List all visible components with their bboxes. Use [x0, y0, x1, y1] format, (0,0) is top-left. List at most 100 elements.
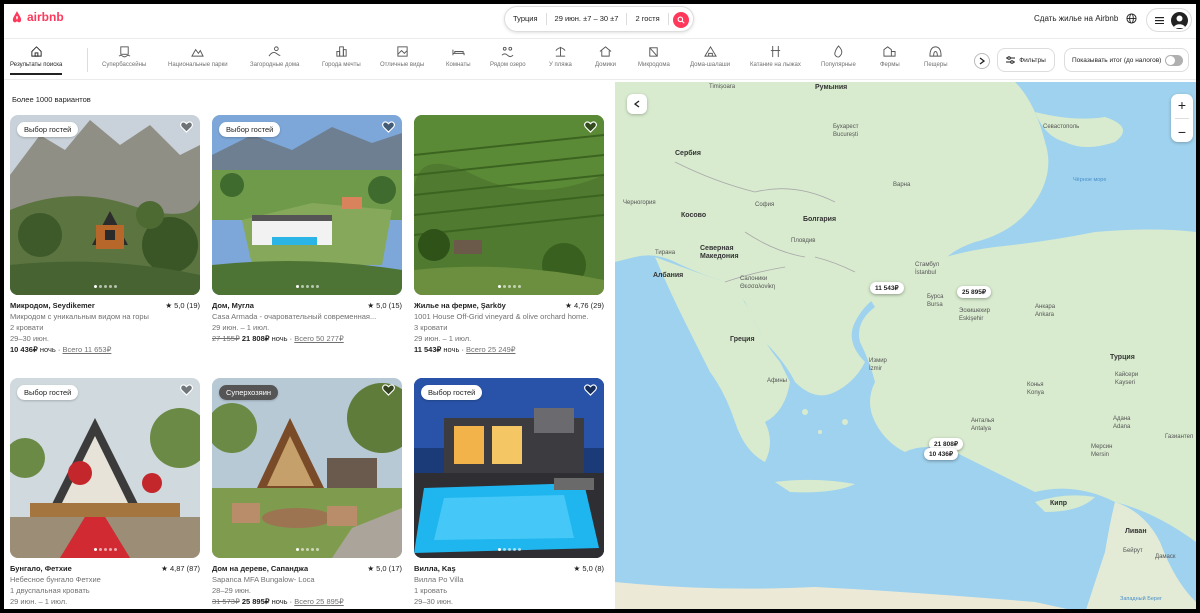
listing-total[interactable]: Всего 25 895₽ — [294, 597, 343, 606]
listing-card[interactable]: Выбор гостей Вилла, Kaş ★ 5,0 (8) Вилла P… — [414, 378, 604, 607]
category-parks[interactable]: Национальные парки — [168, 45, 228, 68]
heart-icon[interactable] — [180, 384, 193, 396]
category-rooms[interactable]: Комнаты — [446, 45, 471, 68]
map-panel[interactable]: + − Румыния Сербия Болгария Косово Север… — [615, 82, 1196, 613]
park-icon — [191, 48, 205, 57]
listing-card[interactable]: Жилье на ферме, Şarköy ★ 4,76 (29) 1001 H… — [414, 115, 604, 355]
category-countryside[interactable]: Загородные дома — [250, 45, 299, 68]
search-location[interactable]: Турция — [505, 13, 547, 25]
guest-favorite-badge: Выбор гостей — [421, 385, 483, 400]
zoom-in-button[interactable]: + — [1178, 97, 1186, 113]
listing-rating: ★ 4,76 (29) — [565, 301, 604, 310]
search-bar[interactable]: Турция 29 июн. ±7 – 30 ±7 2 гостя — [504, 6, 694, 32]
category-next-button[interactable] — [974, 53, 990, 69]
tiny-home-icon — [649, 47, 659, 57]
category-dream-cities[interactable]: Города мечты — [322, 45, 361, 68]
listing-card[interactable]: Выбор гостей Бунгало, Фетхие ★ 4,87 (87) … — [10, 378, 200, 607]
category-skiing[interactable]: Катание на лыжах — [750, 45, 801, 68]
map-price-pin[interactable]: 11 543₽ — [870, 282, 904, 294]
listing-photo[interactable]: Суперхозяин — [212, 378, 402, 558]
heart-icon[interactable] — [584, 121, 597, 133]
search-button[interactable] — [673, 12, 689, 28]
menu-icon — [1155, 16, 1164, 24]
listing-title: Микродом, Seydikemer — [10, 301, 95, 310]
category-cabins[interactable]: Домики — [595, 45, 616, 68]
chevron-right-icon — [979, 57, 985, 65]
map-price-pin[interactable]: 25 895₽ — [957, 286, 992, 298]
results-count: Более 1000 вариантов — [12, 95, 91, 104]
toggle-switch[interactable] — [1165, 55, 1183, 66]
globe-icon[interactable] — [1126, 13, 1137, 24]
category-search-results[interactable]: Результаты поиска — [10, 45, 63, 75]
map-label: Западный Берег — [1120, 596, 1163, 602]
map-canvas[interactable] — [615, 82, 1196, 613]
chevron-left-icon — [634, 100, 640, 108]
map-price-pin[interactable]: 10 436₽ — [924, 448, 959, 460]
countryside-icon — [268, 46, 281, 57]
search-guests[interactable]: 2 гостя — [627, 13, 669, 25]
listing-card[interactable]: Выбор гостей Дом, Мугла ★ 5,0 (15) Casa A… — [212, 115, 402, 344]
category-tiny-homes[interactable]: Микродома — [638, 45, 670, 68]
listing-beds: 2 кровати — [10, 323, 44, 332]
listing-description: 1001 House Off-Grid vineyard & olive orc… — [414, 312, 589, 321]
user-menu-button[interactable] — [1146, 8, 1192, 32]
listing-photo[interactable] — [414, 115, 604, 295]
photo-dots — [414, 548, 604, 551]
map-label: Кипр — [1050, 500, 1068, 507]
map-label: Ливан — [1125, 528, 1147, 535]
listing-price: 10 436₽ ночь · Всего 11 653₽ — [10, 345, 112, 354]
listing-photo[interactable]: Выбор гостей — [212, 115, 402, 295]
map-label: Измир — [869, 358, 887, 364]
category-beach[interactable]: У пляжа — [549, 45, 572, 68]
map-label: Черногория — [623, 200, 656, 206]
airbnb-logo-icon — [12, 11, 22, 23]
listing-description: Sapanca MFA Bungalow- Loca — [212, 575, 315, 584]
heart-icon[interactable] — [382, 384, 395, 396]
map-label: Варна — [893, 182, 911, 188]
photo-dots — [10, 285, 200, 288]
listing-card[interactable]: Суперхозяин Дом на дереве, Сапанджа ★ 5,0… — [212, 378, 402, 607]
view-icon — [397, 46, 408, 57]
listing-total[interactable]: Всего 50 277₽ — [294, 334, 343, 343]
listing-total[interactable]: Всего 25 249₽ — [466, 345, 515, 354]
host-link[interactable]: Сдать жилье на Airbnb — [1034, 14, 1118, 23]
map-label: Румыния — [815, 84, 848, 91]
listing-title: Дом на дереве, Сапанджа — [212, 564, 309, 573]
map-collapse-button[interactable] — [627, 94, 647, 114]
map-label: Болгария — [803, 216, 837, 223]
heart-icon[interactable] — [584, 384, 597, 396]
listing-total[interactable]: Всего 11 653₽ — [62, 345, 111, 354]
listing-photo[interactable]: Выбор гостей — [10, 115, 200, 295]
heart-icon[interactable] — [382, 121, 395, 133]
map-label: Сербия — [675, 150, 701, 157]
heart-icon[interactable] — [180, 121, 193, 133]
category-great-views[interactable]: Отличные виды — [380, 45, 424, 68]
map-label: Бухарест — [833, 124, 859, 130]
listing-card[interactable]: Выбор гостей Микродом, Seydikemer ★ 5,0 (… — [10, 115, 200, 355]
category-lake[interactable]: Рядом озеро — [490, 45, 526, 68]
map-label: Adana — [1113, 424, 1131, 430]
category-pools[interactable]: Супербассейны — [102, 45, 146, 68]
category-trending[interactable]: Популярные — [821, 45, 856, 68]
map-label: Севастополь — [1043, 124, 1080, 130]
listing-photo[interactable]: Выбор гостей — [10, 378, 200, 558]
guest-favorite-badge: Выбор гостей — [17, 385, 79, 400]
listing-title: Жилье на ферме, Şarköy — [414, 301, 506, 310]
zoom-out-button[interactable]: − — [1178, 124, 1186, 140]
search-dates[interactable]: 29 июн. ±7 – 30 ±7 — [547, 13, 628, 25]
category-caves[interactable]: Пещеры — [924, 45, 948, 68]
category-farms[interactable]: Фермы — [880, 45, 900, 68]
listing-beds: 1 кровать — [414, 586, 448, 595]
airbnb-logo[interactable]: airbnb — [10, 10, 64, 24]
map-label: Antalya — [971, 426, 992, 432]
beach-icon — [555, 46, 566, 57]
listing-photo[interactable]: Выбор гостей — [414, 378, 604, 558]
bed-icon — [452, 49, 465, 56]
logo-text: airbnb — [27, 10, 64, 24]
filters-button[interactable]: Фильтры — [997, 48, 1055, 72]
show-total-toggle[interactable]: Показывать итог (до налогов) — [1064, 48, 1189, 72]
listing-beds: 3 кровати — [414, 323, 448, 332]
category-a-frames[interactable]: Дома-шалаши — [690, 45, 730, 68]
listing-beds: 1 двуспальная кровать — [10, 586, 90, 595]
map-label: Анкара — [1035, 304, 1056, 310]
